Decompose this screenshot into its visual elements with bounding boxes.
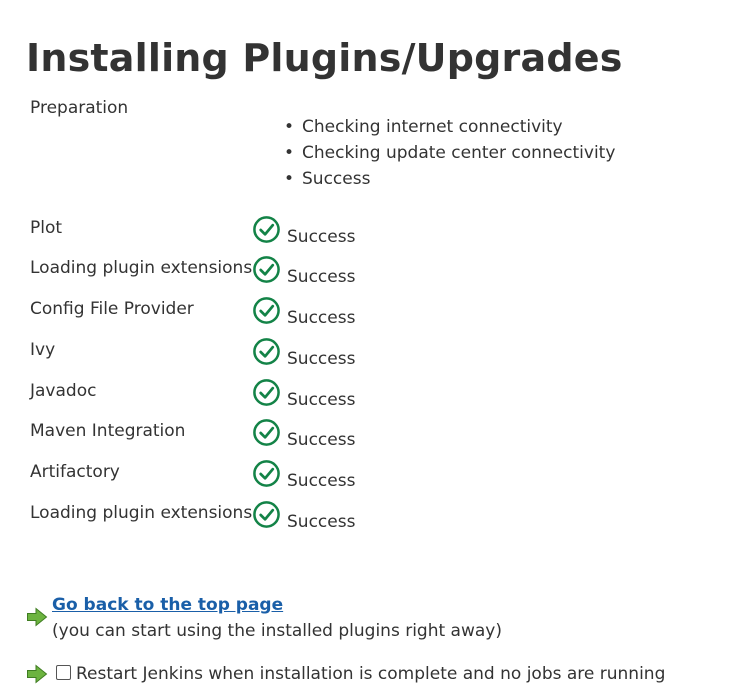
back-link-note: (you can start using the installed plugi… xyxy=(52,621,502,641)
preparation-steps: • Checking internet connectivity • Checkin… xyxy=(284,116,615,194)
green-arrow-icon xyxy=(27,607,48,627)
preparation-step: • Checking update center connectivity xyxy=(284,142,615,168)
preparation-step-text: Success xyxy=(302,169,371,189)
preparation-step-text: Checking update center connectivity xyxy=(302,143,616,163)
plugin-row: Plot Success xyxy=(0,216,751,258)
plugin-name: Artifactory xyxy=(30,462,120,482)
preparation-step-text: Checking internet connectivity xyxy=(302,117,563,137)
plugin-name: Loading plugin extensions xyxy=(30,503,253,523)
plugin-row: Artifactory Success xyxy=(0,460,751,502)
plugin-status: Success xyxy=(287,512,356,532)
plugin-name: Javadoc xyxy=(30,381,97,401)
bullet-icon: • xyxy=(284,169,295,189)
plugin-status: Success xyxy=(287,349,356,369)
preparation-label: Preparation xyxy=(30,98,129,118)
green-arrow-icon xyxy=(27,664,48,684)
plugin-name: Plot xyxy=(30,218,63,238)
plugin-status: Success xyxy=(287,267,356,287)
plugin-name: Maven Integration xyxy=(30,421,186,441)
restart-jenkins-checkbox[interactable] xyxy=(56,665,71,680)
plugin-name: Config File Provider xyxy=(30,299,194,319)
plugin-row: Loading plugin extensions Success xyxy=(0,501,751,543)
go-back-top-page-link[interactable]: Go back to the top page xyxy=(52,595,283,615)
plugin-status: Success xyxy=(287,390,356,410)
check-circle-icon xyxy=(253,297,280,324)
plugin-status: Success xyxy=(287,430,356,450)
check-circle-icon xyxy=(253,216,280,243)
plugin-status: Success xyxy=(287,471,356,491)
check-circle-icon xyxy=(253,460,280,487)
check-circle-icon xyxy=(253,501,280,528)
check-circle-icon xyxy=(253,256,280,283)
plugin-status: Success xyxy=(287,308,356,328)
plugin-row: Ivy Success xyxy=(0,338,751,380)
check-circle-icon xyxy=(253,419,280,446)
plugin-name: Loading plugin extensions xyxy=(30,258,253,278)
check-circle-icon xyxy=(253,338,280,365)
plugin-name: Ivy xyxy=(30,340,56,360)
preparation-step: • Checking internet connectivity xyxy=(284,116,615,142)
check-circle-icon xyxy=(253,379,280,406)
plugin-row: Maven Integration Success xyxy=(0,419,751,461)
preparation-step: • Success xyxy=(284,168,615,194)
plugin-row: Loading plugin extensions Success xyxy=(0,256,751,298)
plugin-row: Javadoc Success xyxy=(0,379,751,421)
plugin-row: Config File Provider Success xyxy=(0,297,751,339)
page-title: Installing Plugins/Upgrades xyxy=(26,36,623,80)
bullet-icon: • xyxy=(284,143,295,163)
plugin-status: Success xyxy=(287,227,356,247)
restart-jenkins-label[interactable]: Restart Jenkins when installation is com… xyxy=(76,664,665,684)
bullet-icon: • xyxy=(284,117,295,137)
